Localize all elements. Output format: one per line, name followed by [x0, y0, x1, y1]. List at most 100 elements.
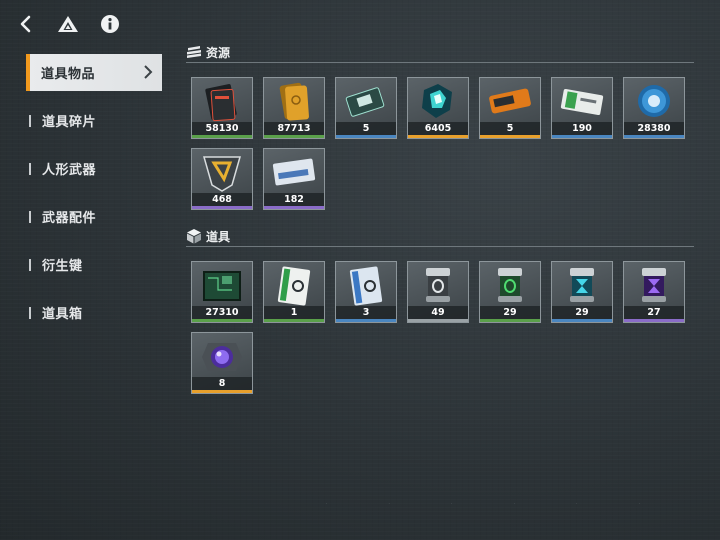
item-count: 27: [624, 306, 684, 319]
data-chip-card-icon: [345, 87, 385, 117]
item-count: 468: [192, 193, 252, 206]
item-count: 1: [264, 306, 324, 319]
sidebar-item-weapons[interactable]: 人形武器: [26, 150, 162, 187]
back-arrow-icon: [20, 15, 31, 33]
green-ticket-icon: [560, 88, 604, 116]
gray-canister-icon: [426, 268, 450, 302]
rarity-bar: [552, 319, 612, 322]
rarity-bar: [408, 135, 468, 138]
item-count: 6405: [408, 122, 468, 135]
stack-icon: [187, 46, 201, 58]
item-count: 190: [552, 122, 612, 135]
props-section-header: 道具: [186, 228, 694, 247]
rarity-bar: [192, 206, 252, 209]
rarity-bar: [192, 390, 252, 393]
top-bar: [0, 0, 140, 48]
sidebar-item-marker: [29, 163, 31, 175]
sidebar-item-fragments[interactable]: 道具碎片: [26, 102, 162, 139]
inventory-item-data-chip-card[interactable]: 5: [335, 77, 397, 139]
purple-orb-device-icon: [202, 343, 242, 371]
inventory-item-gray-canister[interactable]: 49: [407, 261, 469, 323]
purple-canister-icon: [642, 268, 666, 302]
item-count: 27310: [192, 306, 252, 319]
sidebar-item-marker: [29, 307, 31, 319]
item-count: 8: [192, 377, 252, 390]
blue-key-card-icon: [349, 266, 383, 306]
rarity-bar: [264, 206, 324, 209]
inventory-item-blue-key-card[interactable]: 3: [335, 261, 397, 323]
item-count: 182: [264, 193, 324, 206]
home-logo-button[interactable]: [52, 8, 84, 40]
chevron-right-icon: [144, 65, 153, 79]
green-key-card-icon: [277, 266, 311, 306]
section-title: 道具: [206, 230, 231, 244]
inventory-item-black-card-ticket[interactable]: 58130: [191, 77, 253, 139]
rarity-bar: [624, 135, 684, 138]
rarity-bar: [336, 319, 396, 322]
info-icon: [101, 15, 119, 33]
inventory-item-purple-canister[interactable]: 27: [623, 261, 685, 323]
rarity-bar: [336, 135, 396, 138]
sidebar-item-marker: [29, 115, 31, 127]
sidebar-item-item-box[interactable]: 道具箱: [26, 294, 162, 331]
green-canister-icon: [498, 268, 522, 302]
crystal-core-icon: [422, 84, 452, 118]
sidebar-item-label: 人形武器: [42, 163, 97, 178]
sidebar-item-label: 道具物品: [41, 67, 96, 82]
inventory-item-green-canister[interactable]: 29: [479, 261, 541, 323]
sidebar-item-items[interactable]: 道具物品: [26, 54, 162, 91]
triangle-logo-icon: [58, 16, 78, 32]
blue-token-coin-icon: [638, 85, 670, 117]
footer-decoration: · · · · · ·: [326, 501, 670, 506]
item-count: 29: [480, 306, 540, 319]
item-count: 28380: [624, 122, 684, 135]
black-card-ticket-icon: [205, 84, 237, 122]
sidebar-item-attachments[interactable]: 武器配件: [26, 198, 162, 235]
sidebar-item-marker: [29, 211, 31, 223]
inventory-item-blue-pass-card[interactable]: 182: [263, 148, 325, 210]
inventory-item-cyan-canister[interactable]: 29: [551, 261, 613, 323]
rarity-bar: [192, 319, 252, 322]
inventory-item-crystal-core[interactable]: 6405: [407, 77, 469, 139]
item-count: 29: [552, 306, 612, 319]
orange-access-card-icon: [489, 88, 531, 114]
inventory-item-circuit-board[interactable]: 27310: [191, 261, 253, 323]
inventory-item-blue-token-coin[interactable]: 28380: [623, 77, 685, 139]
resources-section-header: 资源: [186, 44, 694, 63]
inventory-item-purple-orb-device[interactable]: 8: [191, 332, 253, 394]
inventory-item-gold-emblem-badge[interactable]: 468: [191, 148, 253, 210]
gold-emblem-badge-icon: [203, 156, 241, 192]
item-count: 49: [408, 306, 468, 319]
sidebar-item-label: 武器配件: [42, 211, 97, 226]
rarity-bar: [624, 319, 684, 322]
rarity-bar: [264, 319, 324, 322]
inventory-item-green-ticket[interactable]: 190: [551, 77, 613, 139]
inventory-item-gold-bar[interactable]: 87713: [263, 77, 325, 139]
rarity-bar: [408, 319, 468, 322]
back-button[interactable]: [10, 8, 42, 40]
inventory-item-green-key-card[interactable]: 1: [263, 261, 325, 323]
item-count: 3: [336, 306, 396, 319]
sidebar-item-label: 衍生键: [42, 259, 83, 274]
sidebar-item-marker: [29, 259, 31, 271]
sidebar-item-derivative-keys[interactable]: 衍生键: [26, 246, 162, 283]
rarity-bar: [552, 135, 612, 138]
info-button[interactable]: [94, 8, 126, 40]
gold-bar-icon: [279, 82, 309, 121]
rarity-bar: [264, 135, 324, 138]
sidebar-item-label: 道具碎片: [42, 115, 97, 130]
category-sidebar: 道具物品 道具碎片 人形武器 武器配件 衍生键 道具箱: [26, 54, 162, 342]
rarity-bar: [192, 135, 252, 138]
rarity-bar: [480, 319, 540, 322]
rarity-bar: [480, 135, 540, 138]
blue-pass-card-icon: [272, 158, 316, 186]
item-count: 5: [480, 122, 540, 135]
cyan-canister-icon: [570, 268, 594, 302]
item-count: 5: [336, 122, 396, 135]
sidebar-item-label: 道具箱: [42, 307, 83, 322]
cube-icon: [187, 229, 201, 244]
inventory-item-orange-access-card[interactable]: 5: [479, 77, 541, 139]
item-count: 58130: [192, 122, 252, 135]
circuit-board-icon: [203, 271, 241, 301]
item-count: 87713: [264, 122, 324, 135]
